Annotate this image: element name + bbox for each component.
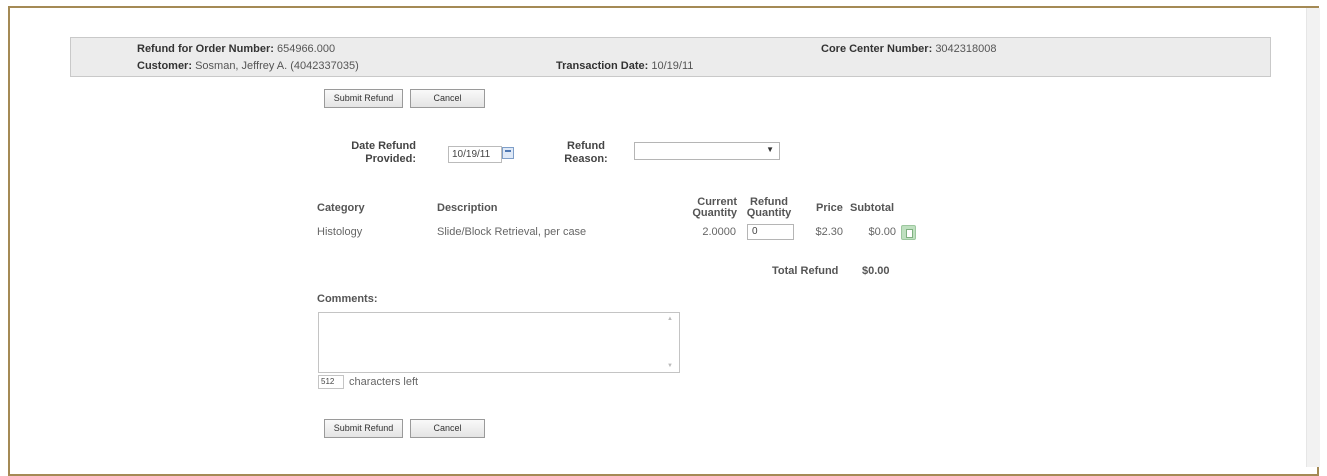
col-header-refund-qty-line2: Quantity xyxy=(746,207,792,219)
submit-refund-button-top[interactable]: Submit Refund xyxy=(324,89,403,108)
transaction-date-value: 10/19/11 xyxy=(651,60,694,72)
row-subtotal: $0.00 xyxy=(868,226,896,238)
core-center-label: Core Center Number: xyxy=(821,43,933,55)
row-description: Slide/Block Retrieval, per case xyxy=(437,226,587,238)
transaction-date-label: Transaction Date: xyxy=(556,60,649,72)
customer-value: Sosman, Jeffrey A. (4042337035) xyxy=(195,60,359,72)
document-icon[interactable] xyxy=(901,225,916,240)
row-current-quantity: 2.0000 xyxy=(702,226,736,238)
scroll-down-icon[interactable]: ▼ xyxy=(667,363,673,369)
refund-quantity-input[interactable]: 0 xyxy=(747,224,794,240)
order-number-value: 654966.000 xyxy=(276,43,336,55)
cancel-button-bottom[interactable]: Cancel xyxy=(410,419,485,438)
order-header: Refund for Order Number: 654966.000 Core… xyxy=(70,37,1271,77)
dropdown-arrow-icon: ▼ xyxy=(766,145,774,154)
date-refund-label: Date Refund Provided: xyxy=(330,140,416,166)
refund-reason-label-line2: Reason: xyxy=(564,153,608,165)
comments-label: Comments: xyxy=(317,293,378,305)
total-refund-value: $0.00 xyxy=(862,265,890,277)
col-header-current-qty-line2: Quantity xyxy=(692,207,737,219)
col-header-description: Description xyxy=(437,202,498,214)
comments-textarea[interactable] xyxy=(318,312,680,373)
calendar-icon[interactable] xyxy=(502,147,514,159)
row-category: Histology xyxy=(317,226,363,238)
submit-refund-button-bottom[interactable]: Submit Refund xyxy=(324,419,403,438)
comments-scrollbar[interactable]: ▲ ▼ xyxy=(662,313,679,372)
core-center-value: 3042318008 xyxy=(935,43,997,55)
date-refund-label-line1: Date Refund xyxy=(351,140,416,152)
total-refund-label: Total Refund xyxy=(772,265,839,277)
order-number-label: Refund for Order Number: xyxy=(137,43,274,55)
cancel-button-top[interactable]: Cancel xyxy=(410,89,485,108)
date-refund-input[interactable]: 10/19/11 xyxy=(448,146,502,163)
date-refund-label-line2: Provided: xyxy=(365,153,416,165)
col-header-category: Category xyxy=(317,202,365,214)
col-header-subtotal: Subtotal xyxy=(850,202,894,214)
scroll-up-icon[interactable]: ▲ xyxy=(667,316,673,322)
refund-reason-select[interactable]: ▼ xyxy=(634,142,780,160)
page-scrollbar[interactable] xyxy=(1306,8,1320,467)
col-header-price: Price xyxy=(816,202,843,214)
customer: Customer: Sosman, Jeffrey A. (4042337035… xyxy=(137,60,359,72)
customer-label: Customer: xyxy=(137,60,193,72)
core-center-number: Core Center Number: 3042318008 xyxy=(821,43,997,55)
col-header-current-qty: Current Quantity xyxy=(691,197,737,219)
chars-left-label: characters left xyxy=(349,376,419,388)
transaction-date: Transaction Date: 10/19/11 xyxy=(556,60,693,72)
order-number: Refund for Order Number: 654966.000 xyxy=(137,43,335,55)
row-price: $2.30 xyxy=(815,226,843,238)
refund-reason-label-line1: Refund xyxy=(567,140,605,152)
col-header-refund-qty: Refund Quantity xyxy=(743,197,795,219)
refund-reason-label: Refund Reason: xyxy=(560,140,612,166)
chars-left-count: 512 xyxy=(318,375,344,389)
